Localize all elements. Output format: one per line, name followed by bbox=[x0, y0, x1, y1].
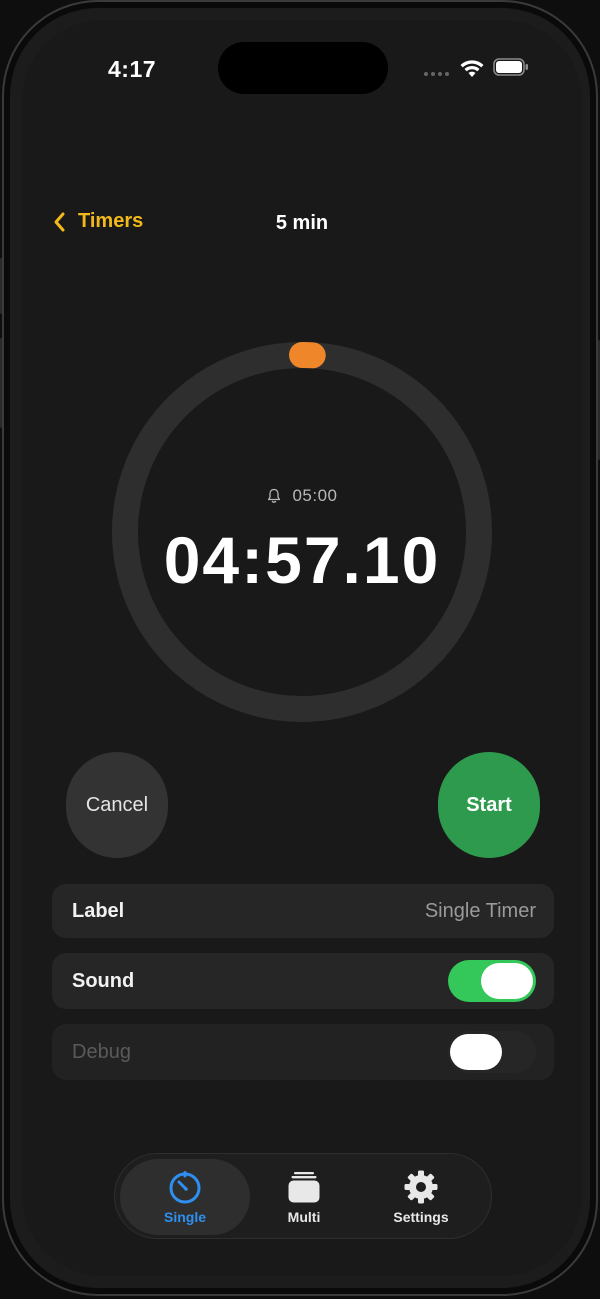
remaining-time: 04:57.10 bbox=[163, 523, 441, 597]
tab-multi-label: Multi bbox=[287, 1209, 321, 1225]
status-time: 4:17 bbox=[108, 56, 157, 82]
wifi-icon bbox=[460, 60, 484, 77]
sound-toggle[interactable] bbox=[448, 960, 536, 1002]
cancel-button[interactable]: Cancel bbox=[66, 752, 168, 858]
app-screen: 4:17 Timers 5 min 05:00 04:57.10 Cancel … bbox=[22, 20, 582, 1276]
debug-row-title: Debug bbox=[72, 1040, 131, 1063]
bell-icon bbox=[268, 488, 281, 503]
cellular-signal-icon bbox=[424, 72, 449, 76]
sound-row: Sound bbox=[52, 953, 554, 1009]
tab-single[interactable]: Single bbox=[120, 1159, 250, 1235]
tab-multi[interactable]: Multi bbox=[255, 1159, 353, 1235]
sound-row-title: Sound bbox=[72, 969, 135, 992]
label-row[interactable]: Label Single Timer bbox=[52, 884, 554, 938]
stack-icon bbox=[288, 1172, 320, 1203]
alarm-duration-label: 05:00 bbox=[22, 486, 582, 506]
timer-icon bbox=[169, 1171, 201, 1204]
tab-single-label: Single bbox=[163, 1209, 206, 1225]
phone-frame: 4:17 Timers 5 min 05:00 04:57.10 Cancel … bbox=[2, 0, 598, 1296]
battery-icon bbox=[493, 58, 528, 76]
tab-settings-label: Settings bbox=[393, 1209, 449, 1225]
gear-icon bbox=[404, 1170, 438, 1204]
toggle-knob bbox=[450, 1034, 502, 1070]
page: 4:17 Timers 5 min 05:00 04:57.10 Cancel … bbox=[0, 0, 600, 1299]
debug-toggle[interactable] bbox=[448, 1031, 536, 1073]
page-title: 5 min bbox=[275, 212, 329, 234]
debug-row: Debug bbox=[52, 1024, 554, 1080]
start-button[interactable]: Start bbox=[438, 752, 540, 858]
alarm-time-text: 05:00 bbox=[292, 486, 338, 505]
label-row-title: Label bbox=[72, 899, 125, 922]
tab-bar: Single Multi Settings bbox=[114, 1153, 492, 1239]
tab-settings[interactable]: Settings bbox=[365, 1159, 477, 1235]
dynamic-island bbox=[218, 42, 388, 94]
label-row-value: Single Timer bbox=[424, 899, 536, 922]
toggle-knob bbox=[481, 963, 533, 999]
